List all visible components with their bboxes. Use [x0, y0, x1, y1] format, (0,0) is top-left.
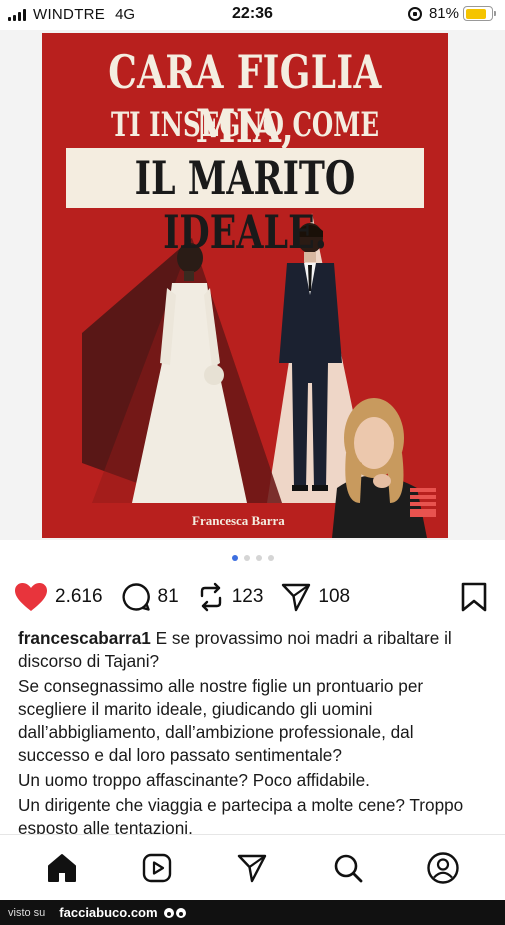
profile-icon[interactable]: [426, 851, 460, 885]
nav-reels[interactable]: [137, 848, 177, 888]
nav-direct[interactable]: [232, 848, 272, 888]
repost-icon[interactable]: [197, 582, 225, 612]
carousel-indicator: [0, 555, 505, 561]
send-icon[interactable]: [236, 852, 268, 884]
comment-count: 81: [157, 586, 179, 607]
carousel-dot: [243, 555, 250, 561]
repost-action[interactable]: 123: [197, 582, 264, 612]
book-cover: CARA FIGLIA MIA, TI INSEGNO COME TROVARE…: [42, 33, 448, 538]
like-action[interactable]: 2.616: [14, 582, 103, 612]
repost-count: 123: [231, 586, 264, 607]
rotation-lock-icon: [407, 6, 422, 21]
book-author: Francesca Barra: [192, 513, 285, 528]
book-title-line-3: IL MARITO IDEALE.: [134, 151, 356, 259]
heart-icon[interactable]: [14, 582, 48, 612]
bottom-navigation: [0, 834, 505, 900]
share-action[interactable]: 108: [281, 582, 350, 612]
username-link[interactable]: francescabarra1: [18, 628, 151, 648]
bookmark-icon[interactable]: [461, 582, 487, 612]
reels-icon[interactable]: [141, 852, 173, 884]
status-right: 81%: [407, 5, 496, 22]
post-caption: francescabarra1 E se provassimo noi madr…: [18, 627, 487, 842]
comment-icon[interactable]: [121, 582, 151, 612]
carousel-dot: [231, 555, 238, 561]
watermark-prefix: visto su: [8, 906, 46, 919]
status-bar: WINDTRE 4G 22:36 81%: [0, 0, 505, 30]
nav-profile[interactable]: [423, 848, 463, 888]
caption-line: Se consegnassimo alle nostre figlie un p…: [18, 676, 424, 765]
caption-line: francescabarra1 E se provassimo noi madr…: [18, 627, 487, 673]
nav-home[interactable]: [42, 848, 82, 888]
watermark-bar: visto su facciabuco.com: [0, 900, 505, 925]
battery-icon: [463, 6, 496, 21]
eyes-icon: [163, 907, 186, 918]
like-count: 2.616: [55, 586, 103, 607]
save-button[interactable]: [461, 582, 487, 617]
carousel-dot: [267, 555, 274, 561]
publisher-logo: [410, 488, 436, 518]
search-icon[interactable]: [332, 852, 364, 884]
watermark-site: facciabuco.com: [59, 905, 158, 920]
post-actions: 2.616 81 123 108: [14, 578, 491, 616]
carousel-dot: [255, 555, 262, 561]
post-image[interactable]: CARA FIGLIA MIA, TI INSEGNO COME TROVARE…: [0, 30, 505, 540]
comment-action[interactable]: 81: [121, 582, 179, 612]
nav-search[interactable]: [328, 848, 368, 888]
battery-percent: 81%: [428, 5, 459, 22]
send-icon[interactable]: [281, 582, 311, 612]
caption-line: Un uomo troppo affascinante? Poco affida…: [18, 770, 370, 790]
share-count: 108: [318, 586, 351, 607]
home-icon[interactable]: [46, 852, 78, 884]
